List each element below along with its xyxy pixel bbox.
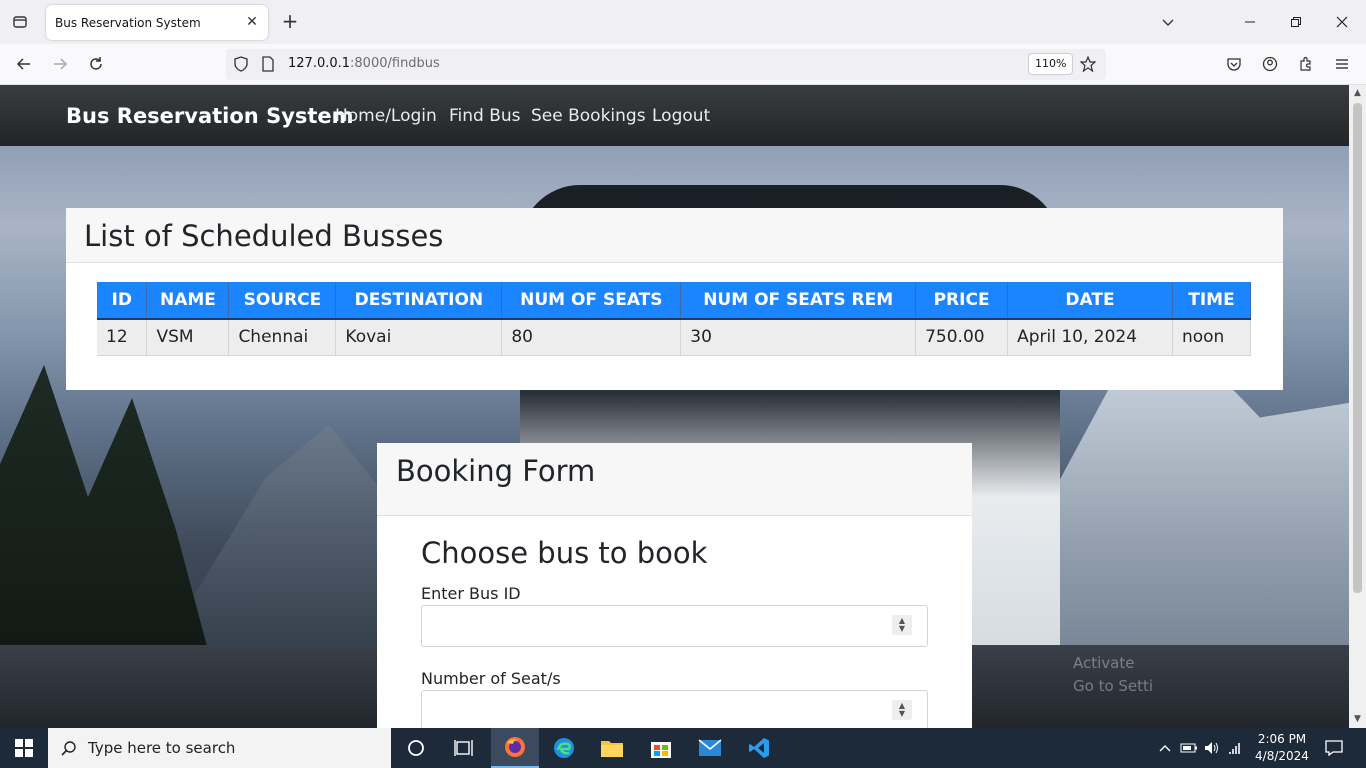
url-host: 127.0.0.1 bbox=[288, 56, 351, 71]
browser-tabstrip: Bus Reservation System ✕ + bbox=[0, 0, 1366, 44]
cell-destination: Kovai bbox=[335, 319, 503, 356]
browser-tab[interactable]: Bus Reservation System ✕ bbox=[46, 5, 268, 40]
bookmark-star-icon[interactable] bbox=[1079, 55, 1097, 76]
bus-table: ID NAME SOURCE DESTINATION NUM OF SEATS … bbox=[97, 282, 1252, 356]
shield-icon[interactable] bbox=[233, 56, 249, 76]
booking-form-subtitle: Choose bus to book bbox=[421, 536, 708, 570]
page-scrollbar[interactable]: ▲ ▼ bbox=[1349, 85, 1366, 728]
minimize-icon[interactable] bbox=[1238, 10, 1262, 34]
nav-link-see-bookings[interactable]: See Bookings bbox=[531, 106, 646, 126]
column-header-date: DATE bbox=[1007, 282, 1173, 320]
scroll-down-icon[interactable]: ▼ bbox=[1352, 714, 1363, 725]
cell-price: 750.00 bbox=[915, 319, 1009, 356]
firefox-icon[interactable] bbox=[491, 728, 539, 768]
watermark-line-1: Activate bbox=[1073, 654, 1135, 672]
bus-id-input[interactable] bbox=[421, 605, 928, 647]
menu-icon[interactable] bbox=[1330, 52, 1354, 76]
url-path: :8000/findbus bbox=[350, 56, 440, 71]
nav-link-home-login[interactable]: Home/Login bbox=[335, 106, 437, 126]
column-header-source: SOURCE bbox=[228, 282, 337, 320]
notifications-icon[interactable] bbox=[1324, 739, 1344, 757]
bus-id-label: Enter Bus ID bbox=[421, 584, 521, 603]
system-clock[interactable]: 2:06 PM 4/8/2024 bbox=[1252, 731, 1312, 765]
cell-date: April 10, 2024 bbox=[1007, 319, 1173, 356]
search-placeholder: Type here to search bbox=[88, 739, 236, 757]
tab-title: Bus Reservation System bbox=[55, 15, 201, 30]
file-explorer-icon[interactable] bbox=[588, 728, 636, 768]
cell-source: Chennai bbox=[228, 319, 337, 356]
bus-list-title: List of Scheduled Busses bbox=[84, 219, 444, 253]
column-header-destination: DESTINATION bbox=[335, 282, 503, 320]
close-tab-icon[interactable]: ✕ bbox=[244, 14, 260, 30]
tab-list-icon[interactable] bbox=[10, 12, 30, 32]
microsoft-store-icon[interactable] bbox=[637, 728, 685, 768]
bus-list-card: List of Scheduled Busses ID NAME SOURCE … bbox=[66, 208, 1283, 390]
url-text[interactable]: 127.0.0.1:8000/findbus bbox=[288, 56, 440, 71]
vscode-icon[interactable] bbox=[735, 728, 783, 768]
clock-date: 4/8/2024 bbox=[1255, 749, 1309, 763]
watermark-line-2: Go to Setti bbox=[1073, 677, 1154, 695]
nav-link-logout[interactable]: Logout bbox=[652, 106, 710, 126]
site-navbar: Bus Reservation System Home/Login Find B… bbox=[0, 85, 1349, 146]
column-header-name: NAME bbox=[146, 282, 230, 320]
cell-num-seats: 80 bbox=[501, 319, 682, 356]
restore-icon[interactable] bbox=[1284, 10, 1308, 34]
bus-list-header: List of Scheduled Busses bbox=[66, 208, 1283, 263]
cell-time: noon bbox=[1172, 319, 1252, 356]
activation-watermark: Activate Go to Setti bbox=[1073, 652, 1153, 698]
back-icon[interactable] bbox=[12, 52, 36, 76]
show-hidden-icons-icon[interactable] bbox=[1156, 739, 1174, 757]
cell-id: 12 bbox=[97, 319, 148, 356]
seats-input[interactable] bbox=[421, 690, 928, 728]
column-header-num-seats: NUM OF SEATS bbox=[501, 282, 682, 320]
seats-spinner-icon[interactable]: ▲ ▼ bbox=[892, 700, 912, 720]
extensions-icon[interactable] bbox=[1294, 52, 1318, 76]
reload-icon[interactable] bbox=[84, 52, 108, 76]
page-viewport: Bus Reservation System Home/Login Find B… bbox=[0, 85, 1349, 728]
booking-form-card: Booking Form Choose bus to book Enter Bu… bbox=[377, 443, 972, 728]
column-header-price: PRICE bbox=[915, 282, 1009, 320]
close-window-icon[interactable] bbox=[1330, 10, 1354, 34]
new-tab-icon[interactable]: + bbox=[280, 11, 300, 33]
search-icon bbox=[60, 739, 78, 757]
booking-form-title: Booking Form bbox=[396, 454, 596, 488]
clock-time: 2:06 PM bbox=[1257, 732, 1307, 746]
scroll-up-icon[interactable]: ▲ bbox=[1352, 88, 1363, 99]
list-all-tabs-icon[interactable] bbox=[1156, 10, 1180, 34]
network-icon[interactable] bbox=[1228, 739, 1246, 757]
forward-icon[interactable] bbox=[48, 52, 72, 76]
column-header-seats-remaining: NUM OF SEATS REM bbox=[680, 282, 917, 320]
table-header-row: ID NAME SOURCE DESTINATION NUM OF SEATS … bbox=[97, 282, 1252, 320]
account-icon[interactable] bbox=[1258, 52, 1282, 76]
bus-id-spinner-icon[interactable]: ▲ ▼ bbox=[892, 615, 912, 635]
column-header-time: TIME bbox=[1172, 282, 1252, 320]
url-bar[interactable]: 127.0.0.1:8000/findbus 110% bbox=[226, 49, 1106, 80]
booking-form-header: Booking Form bbox=[377, 443, 972, 516]
mail-icon[interactable] bbox=[686, 728, 734, 768]
cell-seats-remaining: 30 bbox=[680, 319, 917, 356]
browser-toolbar: 127.0.0.1:8000/findbus 110% bbox=[0, 44, 1366, 85]
pocket-icon[interactable] bbox=[1222, 52, 1246, 76]
scroll-thumb[interactable] bbox=[1353, 103, 1362, 593]
taskbar-search-box[interactable]: Type here to search bbox=[48, 728, 391, 768]
battery-icon[interactable] bbox=[1180, 739, 1198, 757]
nav-link-find-bus[interactable]: Find Bus bbox=[449, 106, 521, 126]
volume-icon[interactable] bbox=[1203, 739, 1221, 757]
cell-name: VSM bbox=[146, 319, 230, 356]
site-brand[interactable]: Bus Reservation System bbox=[66, 104, 354, 128]
seats-label: Number of Seat/s bbox=[421, 669, 561, 688]
cortana-icon[interactable] bbox=[392, 728, 440, 768]
table-row: 12 VSM Chennai Kovai 80 30 750.00 April … bbox=[97, 319, 1252, 356]
page-info-icon[interactable] bbox=[261, 56, 275, 76]
windows-taskbar: Type here to search 2:06 PM 4/8/2024 bbox=[0, 728, 1366, 768]
column-header-id: ID bbox=[97, 282, 148, 320]
windows-start-icon[interactable] bbox=[0, 728, 48, 768]
zoom-level[interactable]: 110% bbox=[1028, 53, 1074, 75]
task-view-icon[interactable] bbox=[440, 728, 488, 768]
edge-icon[interactable] bbox=[540, 728, 588, 768]
